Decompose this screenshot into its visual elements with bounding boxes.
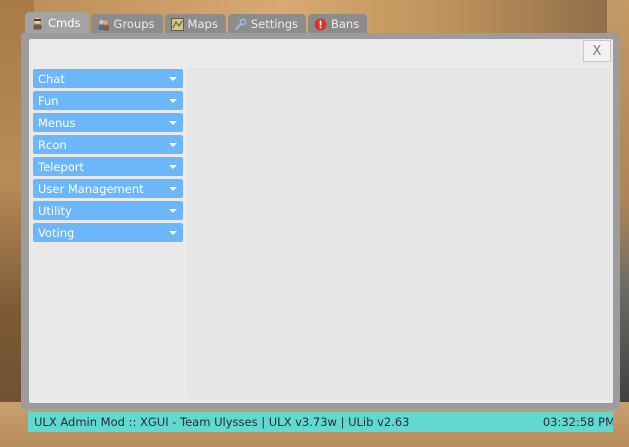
category-rcon[interactable]: Rcon	[33, 135, 183, 154]
tab-groups[interactable]: Groups	[90, 14, 163, 34]
status-time: 03:32:58 PM	[542, 415, 613, 429]
category-label: Utility	[38, 203, 72, 218]
tab-label: Cmds	[48, 16, 81, 30]
ban-icon	[314, 18, 327, 31]
tab-label: Bans	[330, 17, 360, 31]
tab-bar: Cmds Groups Maps Settings Bans	[25, 12, 369, 34]
category-utility[interactable]: Utility	[33, 201, 183, 220]
tab-settings[interactable]: Settings	[227, 14, 306, 34]
map-icon	[170, 17, 184, 31]
chevron-down-icon	[169, 142, 177, 147]
users-icon	[97, 18, 110, 31]
category-label: User Management	[38, 181, 144, 196]
category-list: Chat Fun Menus Rcon Teleport User Manage…	[32, 69, 184, 399]
status-bar: ULX Admin Mod :: XGUI - Team Ulysses | U…	[28, 412, 613, 432]
chevron-down-icon	[169, 76, 177, 81]
category-fun[interactable]: Fun	[33, 91, 183, 110]
category-label: Fun	[38, 93, 59, 108]
command-content-area	[188, 69, 610, 399]
category-voting[interactable]: Voting	[33, 223, 183, 242]
category-user-management[interactable]: User Management	[33, 179, 183, 198]
category-teleport[interactable]: Teleport	[33, 157, 183, 176]
wrench-icon	[234, 18, 247, 31]
category-label: Menus	[38, 115, 76, 130]
chevron-down-icon	[169, 208, 177, 213]
tab-label: Groups	[113, 17, 155, 31]
status-info: ULX Admin Mod :: XGUI - Team Ulysses | U…	[34, 415, 410, 429]
close-button[interactable]: X	[583, 40, 611, 62]
person-icon	[31, 17, 44, 30]
tab-cmds[interactable]: Cmds	[25, 12, 89, 34]
category-menus[interactable]: Menus	[33, 113, 183, 132]
tab-bans[interactable]: Bans	[307, 14, 368, 34]
category-label: Voting	[38, 225, 75, 240]
category-label: Rcon	[38, 137, 67, 152]
category-label: Teleport	[38, 159, 84, 174]
chevron-down-icon	[169, 98, 177, 103]
chevron-down-icon	[169, 120, 177, 125]
tab-maps[interactable]: Maps	[164, 14, 226, 34]
tab-label: Maps	[187, 17, 218, 31]
tab-label: Settings	[250, 17, 298, 31]
category-chat[interactable]: Chat	[33, 69, 183, 88]
category-label: Chat	[38, 71, 65, 86]
chevron-down-icon	[169, 164, 177, 169]
chevron-down-icon	[169, 230, 177, 235]
chevron-down-icon	[169, 186, 177, 191]
